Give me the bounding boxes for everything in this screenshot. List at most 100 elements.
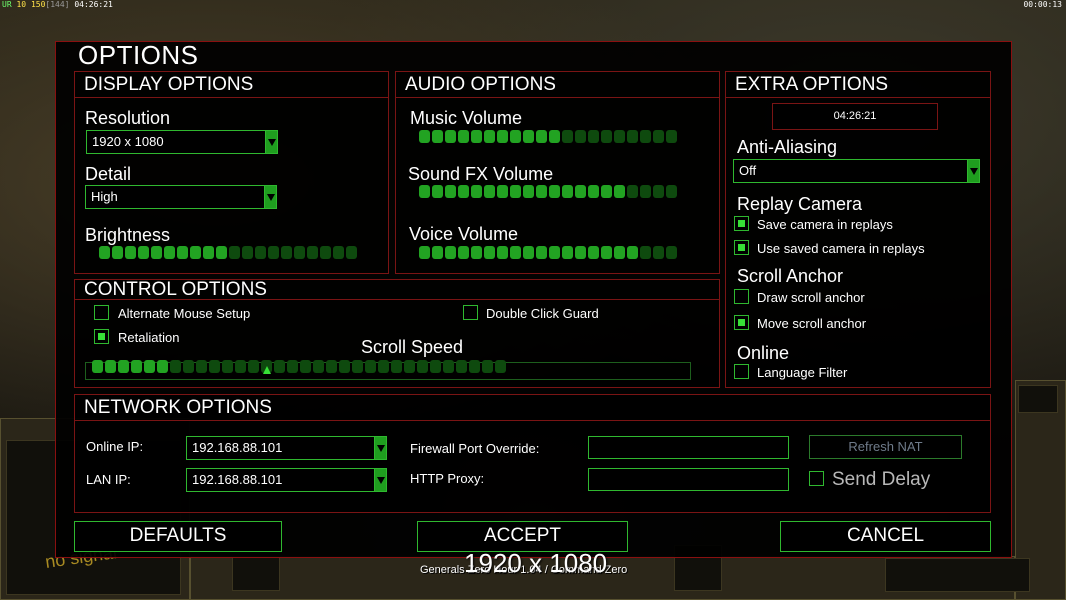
slider-segment[interactable] [575,246,586,259]
slider-segment[interactable] [471,130,482,143]
slider-segment[interactable] [497,130,508,143]
slider-segment[interactable] [229,246,240,259]
slider-segment[interactable] [562,185,573,198]
slider-segment[interactable] [216,246,227,259]
slider-segment[interactable] [445,246,456,259]
slider-segment[interactable] [326,360,337,373]
slider-segment[interactable] [300,360,311,373]
slider-segment[interactable] [432,185,443,198]
slider-segment[interactable] [170,360,181,373]
anti-aliasing-select[interactable]: Off [733,159,980,183]
slider-segment[interactable] [653,185,664,198]
http-proxy-input[interactable] [588,468,789,491]
slider-segment[interactable] [346,246,357,259]
slider-segment[interactable] [575,130,586,143]
slider-segment[interactable] [268,246,279,259]
slider-segment[interactable] [640,246,651,259]
rank-emblem-icon[interactable] [1018,385,1058,413]
chevron-down-icon[interactable] [374,469,386,491]
scroll-speed-thumb[interactable] [263,366,271,374]
slider-segment[interactable] [432,130,443,143]
slider-segment[interactable] [352,360,363,373]
slider-segment[interactable] [313,360,324,373]
build-slot[interactable] [885,558,1030,592]
slider-segment[interactable] [497,246,508,259]
slider-segment[interactable] [151,246,162,259]
slider-segment[interactable] [274,360,285,373]
chevron-down-icon[interactable] [264,186,276,208]
slider-segment[interactable] [248,360,259,373]
slider-segment[interactable] [484,130,495,143]
slider-segment[interactable] [588,246,599,259]
slider-segment[interactable] [458,130,469,143]
slider-segment[interactable] [99,246,110,259]
build-slot[interactable] [232,557,280,591]
slider-segment[interactable] [497,185,508,198]
slider-segment[interactable] [666,185,677,198]
detail-select[interactable]: High [85,185,277,209]
language-filter-checkbox[interactable] [734,364,749,379]
slider-segment[interactable] [183,360,194,373]
slider-segment[interactable] [614,130,625,143]
slider-segment[interactable] [484,185,495,198]
slider-segment[interactable] [255,246,266,259]
move-anchor-checkbox[interactable] [734,315,749,330]
chevron-down-icon[interactable] [265,131,277,153]
slider-segment[interactable] [471,185,482,198]
brightness-slider[interactable] [99,246,357,262]
slider-segment[interactable] [523,246,534,259]
slider-segment[interactable] [640,130,651,143]
slider-segment[interactable] [92,360,103,373]
slider-segment[interactable] [294,246,305,259]
slider-segment[interactable] [105,360,116,373]
slider-segment[interactable] [235,360,246,373]
slider-segment[interactable] [222,360,233,373]
draw-anchor-checkbox[interactable] [734,289,749,304]
slider-segment[interactable] [549,130,560,143]
slider-segment[interactable] [365,360,376,373]
cancel-button[interactable]: CANCEL [780,521,991,552]
sfx-volume-slider[interactable] [419,185,677,201]
slider-segment[interactable] [614,246,625,259]
chevron-down-icon[interactable] [374,437,386,459]
slider-segment[interactable] [190,246,201,259]
slider-segment[interactable] [333,246,344,259]
slider-segment[interactable] [339,360,350,373]
slider-segment[interactable] [417,360,428,373]
slider-segment[interactable] [627,185,638,198]
slider-segment[interactable] [471,246,482,259]
slider-segment[interactable] [627,130,638,143]
slider-segment[interactable] [138,246,149,259]
slider-segment[interactable] [523,185,534,198]
firewall-port-input[interactable] [588,436,789,459]
resolution-select[interactable]: 1920 x 1080 [86,130,278,154]
slider-segment[interactable] [536,130,547,143]
slider-segment[interactable] [445,130,456,143]
chevron-down-icon[interactable] [967,160,979,182]
refresh-nat-button[interactable]: Refresh NAT [809,435,962,459]
slider-segment[interactable] [209,360,220,373]
slider-segment[interactable] [469,360,480,373]
slider-segment[interactable] [432,246,443,259]
slider-segment[interactable] [320,246,331,259]
slider-segment[interactable] [536,246,547,259]
slider-segment[interactable] [510,246,521,259]
slider-segment[interactable] [510,130,521,143]
slider-segment[interactable] [588,185,599,198]
slider-segment[interactable] [484,246,495,259]
slider-segment[interactable] [391,360,402,373]
slider-segment[interactable] [601,130,612,143]
slider-segment[interactable] [287,360,298,373]
defaults-button[interactable]: DEFAULTS [74,521,282,552]
online-ip-select[interactable]: 192.168.88.101 [186,436,387,460]
slider-segment[interactable] [307,246,318,259]
voice-volume-slider[interactable] [419,246,677,262]
use-saved-camera-checkbox[interactable] [734,240,749,255]
retaliation-checkbox[interactable] [94,329,109,344]
slider-segment[interactable] [419,185,430,198]
slider-segment[interactable] [614,185,625,198]
slider-segment[interactable] [588,130,599,143]
slider-segment[interactable] [157,360,168,373]
slider-segment[interactable] [177,246,188,259]
slider-segment[interactable] [242,246,253,259]
